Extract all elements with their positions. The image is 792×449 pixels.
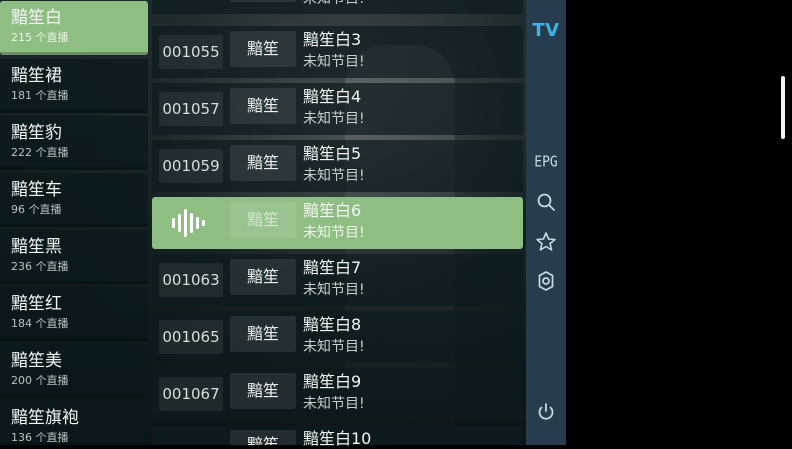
channel-name: 黯笙白6 bbox=[303, 201, 362, 220]
category-name: 黯笙红 bbox=[11, 294, 62, 314]
channel-row[interactable]: 001063 黯笙 黯笙白7 未知节目! bbox=[152, 254, 523, 306]
channel-logo: 黯笙 bbox=[230, 373, 296, 409]
channel-number: 001063 bbox=[159, 263, 223, 297]
channel-number: 001065 bbox=[159, 320, 223, 354]
channel-logo: 黯笙 bbox=[230, 202, 296, 238]
channel-logo: 黯笙 bbox=[230, 88, 296, 124]
channel-name: 黯笙白4 bbox=[303, 87, 362, 106]
channel-row[interactable]: 001055 黯笙 黯笙白3 未知节目! bbox=[152, 26, 523, 78]
category-item[interactable]: 黯笙白 215 个直播 bbox=[0, 1, 148, 55]
category-count: 181 个直播 bbox=[11, 89, 69, 102]
channel-logo: 黯笙 bbox=[230, 430, 296, 445]
channel-program: 未知节目! bbox=[303, 0, 365, 8]
channel-program: 未知节目! bbox=[303, 339, 365, 355]
channel-row[interactable]: 001057 黯笙 黯笙白4 未知节目! bbox=[152, 83, 523, 135]
channel-logo: 黯笙 bbox=[230, 31, 296, 67]
category-count: 184 个直播 bbox=[11, 317, 69, 330]
category-item[interactable]: 黯笙旗袍 136 个直播 bbox=[0, 401, 148, 445]
category-item[interactable]: 黯笙美 200 个直播 bbox=[0, 344, 148, 398]
category-name: 黯笙车 bbox=[11, 180, 62, 200]
star-icon[interactable] bbox=[534, 230, 558, 254]
category-name: 黯笙旗袍 bbox=[11, 408, 79, 428]
category-item[interactable]: 黯笙黑 236 个直播 bbox=[0, 230, 148, 284]
channel-name: 黯笙白10 bbox=[303, 429, 372, 448]
channel-logo: 黯笙 bbox=[230, 316, 296, 352]
blank-area bbox=[566, 0, 792, 445]
category-item[interactable]: 黯笙裙 181 个直播 bbox=[0, 59, 148, 113]
channel-number: 001059 bbox=[159, 149, 223, 183]
tv-button[interactable]: TV bbox=[526, 20, 566, 41]
category-name: 黯笙美 bbox=[11, 351, 62, 371]
category-item[interactable]: 黯笙豹 222 个直播 bbox=[0, 116, 148, 170]
channel-program: 未知节目! bbox=[303, 396, 365, 412]
channel-program: 未知节目! bbox=[303, 111, 365, 127]
category-name: 黯笙裙 bbox=[11, 66, 62, 86]
channel-row[interactable]: 黯笙 黯笙白10 bbox=[152, 425, 523, 448]
power-icon[interactable] bbox=[534, 400, 558, 424]
channel-name: 黯笙白5 bbox=[303, 144, 362, 163]
category-count: 236 个直播 bbox=[11, 260, 69, 273]
side-toolbar: TV EPG bbox=[526, 0, 566, 445]
channel-row[interactable]: 001067 黯笙 黯笙白9 未知节目! bbox=[152, 368, 523, 420]
channel-program: 未知节目! bbox=[303, 225, 365, 241]
channel-name: 黯笙白3 bbox=[303, 30, 362, 49]
channel-name: 黯笙白8 bbox=[303, 315, 362, 334]
audio-wave-icon bbox=[172, 208, 208, 238]
channel-program: 未知节目! bbox=[303, 168, 365, 184]
search-icon[interactable] bbox=[534, 190, 558, 214]
channel-row[interactable]: 黯笙 未知节目! bbox=[152, 0, 523, 14]
gear-icon[interactable] bbox=[534, 269, 558, 293]
category-item[interactable]: 黯笙红 184 个直播 bbox=[0, 287, 148, 341]
channel-list: 黯笙 未知节目! 001055 黯笙 黯笙白3 未知节目! 001057 黯笙 … bbox=[152, 0, 523, 448]
category-count: 136 个直播 bbox=[11, 431, 69, 444]
epg-button[interactable]: EPG bbox=[526, 154, 566, 171]
category-name: 黯笙黑 bbox=[11, 237, 62, 257]
channel-row[interactable]: 001059 黯笙 黯笙白5 未知节目! bbox=[152, 140, 523, 192]
channel-logo: 黯笙 bbox=[230, 0, 296, 2]
channel-row[interactable]: 001065 黯笙 黯笙白8 未知节目! bbox=[152, 311, 523, 363]
category-count: 215 个直播 bbox=[11, 31, 69, 44]
channel-name: 黯笙白7 bbox=[303, 258, 362, 277]
channel-row-playing[interactable]: 黯笙 黯笙白6 未知节目! bbox=[152, 197, 523, 249]
channel-name: 黯笙白9 bbox=[303, 372, 362, 391]
category-list: 黯笙白 215 个直播 黯笙裙 181 个直播 黯笙豹 222 个直播 黯笙车 … bbox=[0, 0, 150, 445]
category-count: 222 个直播 bbox=[11, 146, 69, 159]
category-count: 96 个直播 bbox=[11, 203, 62, 216]
channel-number: 001067 bbox=[159, 377, 223, 411]
scroll-indicator[interactable] bbox=[781, 76, 785, 139]
channel-number: 001055 bbox=[159, 35, 223, 69]
category-name: 黯笙豹 bbox=[11, 123, 62, 143]
channel-logo: 黯笙 bbox=[230, 259, 296, 295]
channel-program: 未知节目! bbox=[303, 282, 365, 298]
channel-number: 001057 bbox=[159, 92, 223, 126]
channel-program: 未知节目! bbox=[303, 54, 365, 70]
channel-logo: 黯笙 bbox=[230, 145, 296, 181]
category-item[interactable]: 黯笙车 96 个直播 bbox=[0, 173, 148, 227]
category-count: 200 个直播 bbox=[11, 374, 69, 387]
category-name: 黯笙白 bbox=[11, 8, 62, 28]
